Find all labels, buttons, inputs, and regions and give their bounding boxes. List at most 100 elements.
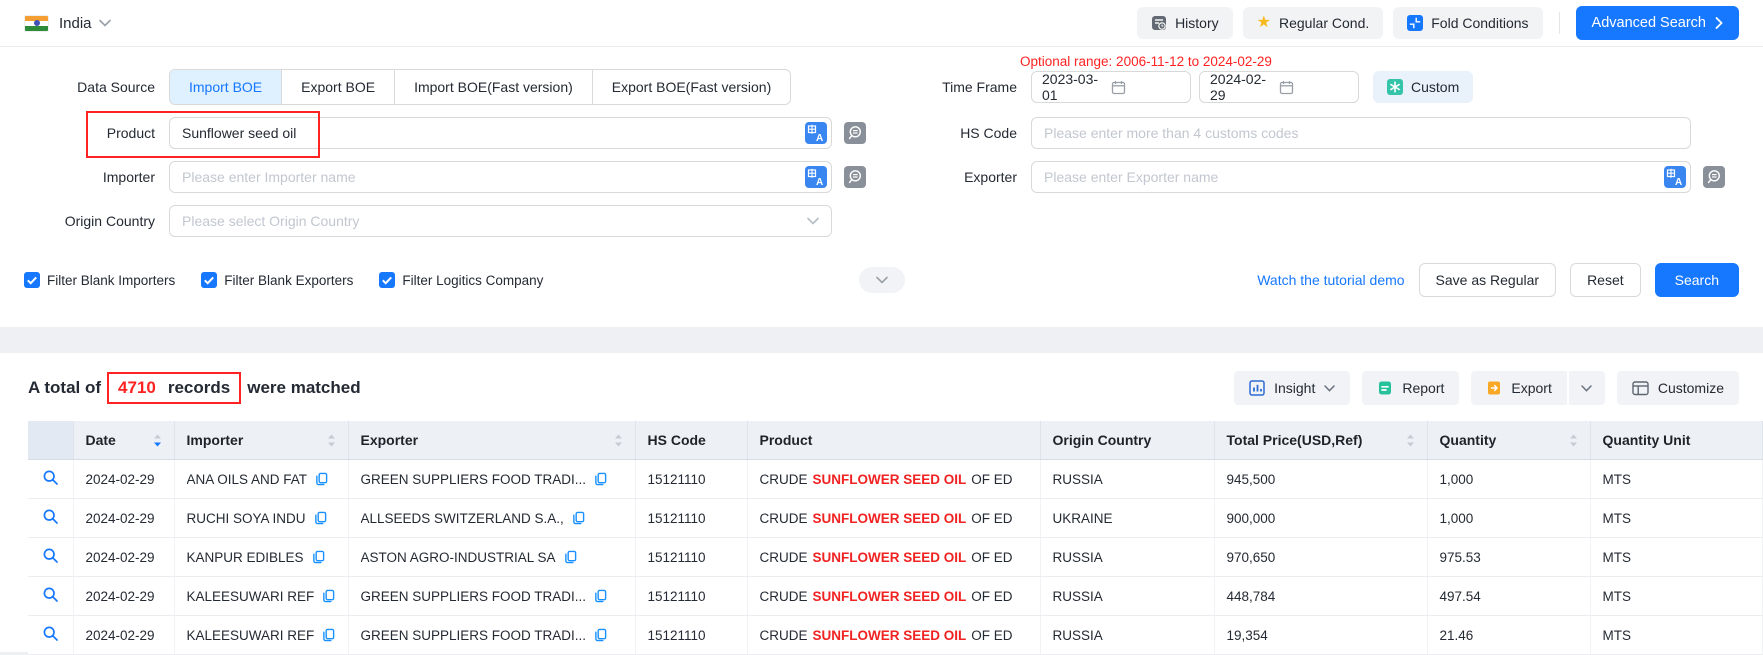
exact-match-icon[interactable] — [1703, 166, 1725, 188]
copy-icon[interactable] — [314, 511, 327, 525]
filter-logitics-company-checkbox[interactable]: Filter Logitics Company — [379, 272, 543, 288]
header-product: Product — [747, 421, 1040, 460]
sort-icon-active-desc[interactable] — [153, 434, 162, 447]
search-button[interactable]: Search — [1655, 263, 1739, 297]
table-header-row: Date Importer Exporter — [28, 421, 1763, 460]
checkbox-checked-icon — [24, 272, 40, 288]
hs-code-label: HS Code — [904, 125, 1031, 141]
hs-code-input[interactable] — [1031, 117, 1691, 149]
insight-button[interactable]: Insight — [1234, 371, 1350, 405]
reset-button[interactable]: Reset — [1570, 263, 1641, 297]
india-flag-icon — [24, 15, 49, 32]
header-quantity[interactable]: Quantity — [1427, 421, 1590, 460]
exporter-name: ASTON AGRO-INDUSTRIAL SA — [361, 550, 556, 565]
table-row[interactable]: 2024-02-29 RUCHI SOYA INDU ALLSEEDS SWIT… — [28, 499, 1763, 538]
table-row[interactable]: 2024-02-29 KANPUR EDIBLES ASTON AGRO-IND… — [28, 538, 1763, 577]
records-count: 4710 — [118, 378, 156, 398]
exact-match-icon[interactable] — [844, 166, 866, 188]
copy-icon[interactable] — [322, 589, 335, 603]
fold-icon — [1407, 15, 1423, 31]
row-importer: Importer A Exporter A — [24, 161, 1739, 193]
copy-icon[interactable] — [315, 472, 328, 486]
app-root: India History ★ Regular Cond. Fold Condi… — [0, 0, 1763, 652]
origin-country-select[interactable]: Please select Origin Country — [169, 205, 832, 237]
data-source-label: Data Source — [24, 79, 169, 95]
filter-blank-exporters-checkbox[interactable]: Filter Blank Exporters — [201, 272, 353, 288]
copy-icon[interactable] — [594, 628, 607, 642]
row-product: Product A HS Code — [24, 117, 1739, 149]
copy-icon[interactable] — [312, 550, 325, 564]
table-row[interactable]: 2024-02-29 KALEESUWARI REF GREEN SUPPLIE… — [28, 577, 1763, 616]
date-to-input[interactable]: 2024-02-29 — [1199, 71, 1359, 103]
copy-icon[interactable] — [322, 628, 335, 642]
copy-icon[interactable] — [564, 550, 577, 564]
tab-export-boe[interactable]: Export BOE — [281, 70, 394, 104]
exact-match-icon[interactable] — [844, 122, 866, 144]
translate-icon[interactable]: A — [1664, 166, 1686, 188]
country-selector-label[interactable]: India — [59, 15, 92, 32]
topbar: India History ★ Regular Cond. Fold Condi… — [0, 0, 1763, 47]
header-total-price[interactable]: Total Price(USD,Ref) — [1214, 421, 1427, 460]
export-dropdown-chevron[interactable] — [1569, 371, 1605, 405]
row-detail-search-icon[interactable] — [42, 552, 59, 567]
sort-icon[interactable] — [1569, 434, 1578, 447]
report-button[interactable]: Report — [1362, 371, 1459, 405]
results-panel: A total of 4710 records were matched Ins… — [0, 353, 1763, 652]
tab-import-boe[interactable]: Import BOE — [170, 70, 281, 104]
checkbox-checked-icon — [379, 272, 395, 288]
save-as-regular-button[interactable]: Save as Regular — [1419, 263, 1557, 297]
product-input[interactable] — [169, 117, 832, 149]
filter-blank-importers-checkbox[interactable]: Filter Blank Importers — [24, 272, 175, 288]
regular-cond-button[interactable]: ★ Regular Cond. — [1243, 7, 1384, 39]
tab-import-boe-fast[interactable]: Import BOE(Fast version) — [394, 70, 592, 104]
date-from-input[interactable]: 2023-03-01 — [1031, 71, 1191, 103]
row-detail-search-icon[interactable] — [42, 474, 59, 489]
copy-icon[interactable] — [594, 472, 607, 486]
importer-input[interactable] — [169, 161, 832, 193]
importer-name: ANA OILS AND FAT — [187, 472, 308, 487]
export-button[interactable]: Export — [1471, 371, 1566, 405]
history-button[interactable]: History — [1137, 7, 1233, 39]
custom-range-button[interactable]: Custom — [1373, 71, 1473, 103]
tab-export-boe-fast[interactable]: Export BOE(Fast version) — [592, 70, 791, 104]
row-detail-search-icon[interactable] — [42, 513, 59, 528]
header-exporter[interactable]: Exporter — [348, 421, 635, 460]
copy-icon[interactable] — [572, 511, 585, 525]
results-table: Date Importer Exporter — [28, 421, 1763, 655]
importer-name: KANPUR EDIBLES — [187, 550, 304, 565]
header-quantity-unit: Quantity Unit — [1590, 421, 1763, 460]
translate-icon[interactable]: A — [805, 166, 827, 188]
table-row[interactable]: 2024-02-29 ANA OILS AND FAT GREEN SUPPLI… — [28, 460, 1763, 499]
chevron-right-icon — [1715, 17, 1723, 29]
sort-icon[interactable] — [1406, 434, 1415, 447]
svg-text:A: A — [1675, 177, 1682, 188]
sort-icon[interactable] — [327, 434, 336, 447]
header-date[interactable]: Date — [73, 421, 174, 460]
row-detail-search-icon[interactable] — [42, 630, 59, 645]
custom-icon — [1387, 79, 1403, 95]
calendar-icon — [1279, 80, 1348, 95]
table-row[interactable]: 2024-02-29 KALEESUWARI REF GREEN SUPPLIE… — [28, 616, 1763, 655]
collapse-conditions-toggle[interactable] — [859, 267, 905, 293]
star-icon: ★ — [1257, 15, 1271, 31]
exporter-name: ALLSEEDS SWITZERLAND S.A., — [361, 511, 564, 526]
fold-conditions-button[interactable]: Fold Conditions — [1393, 7, 1542, 39]
copy-icon[interactable] — [594, 589, 607, 603]
exporter-input[interactable] — [1031, 161, 1691, 193]
product-label: Product — [24, 125, 169, 141]
time-frame-label: Time Frame — [904, 79, 1031, 95]
row-detail-search-icon[interactable] — [42, 591, 59, 606]
header-importer[interactable]: Importer — [174, 421, 348, 460]
sort-icon[interactable] — [614, 434, 623, 447]
translate-icon[interactable]: A — [805, 122, 827, 144]
country-chevron-down-icon[interactable] — [99, 19, 111, 27]
chevron-down-icon — [1324, 385, 1335, 392]
count-annotation-box: 4710 records — [107, 372, 241, 404]
tutorial-demo-link[interactable]: Watch the tutorial demo — [1257, 272, 1404, 288]
chevron-down-icon — [807, 217, 819, 225]
checkbox-checked-icon — [201, 272, 217, 288]
advanced-search-button[interactable]: Advanced Search — [1576, 6, 1739, 40]
customize-button[interactable]: Customize — [1617, 371, 1739, 405]
exporter-label: Exporter — [904, 169, 1031, 185]
results-header: A total of 4710 records were matched Ins… — [28, 371, 1763, 405]
